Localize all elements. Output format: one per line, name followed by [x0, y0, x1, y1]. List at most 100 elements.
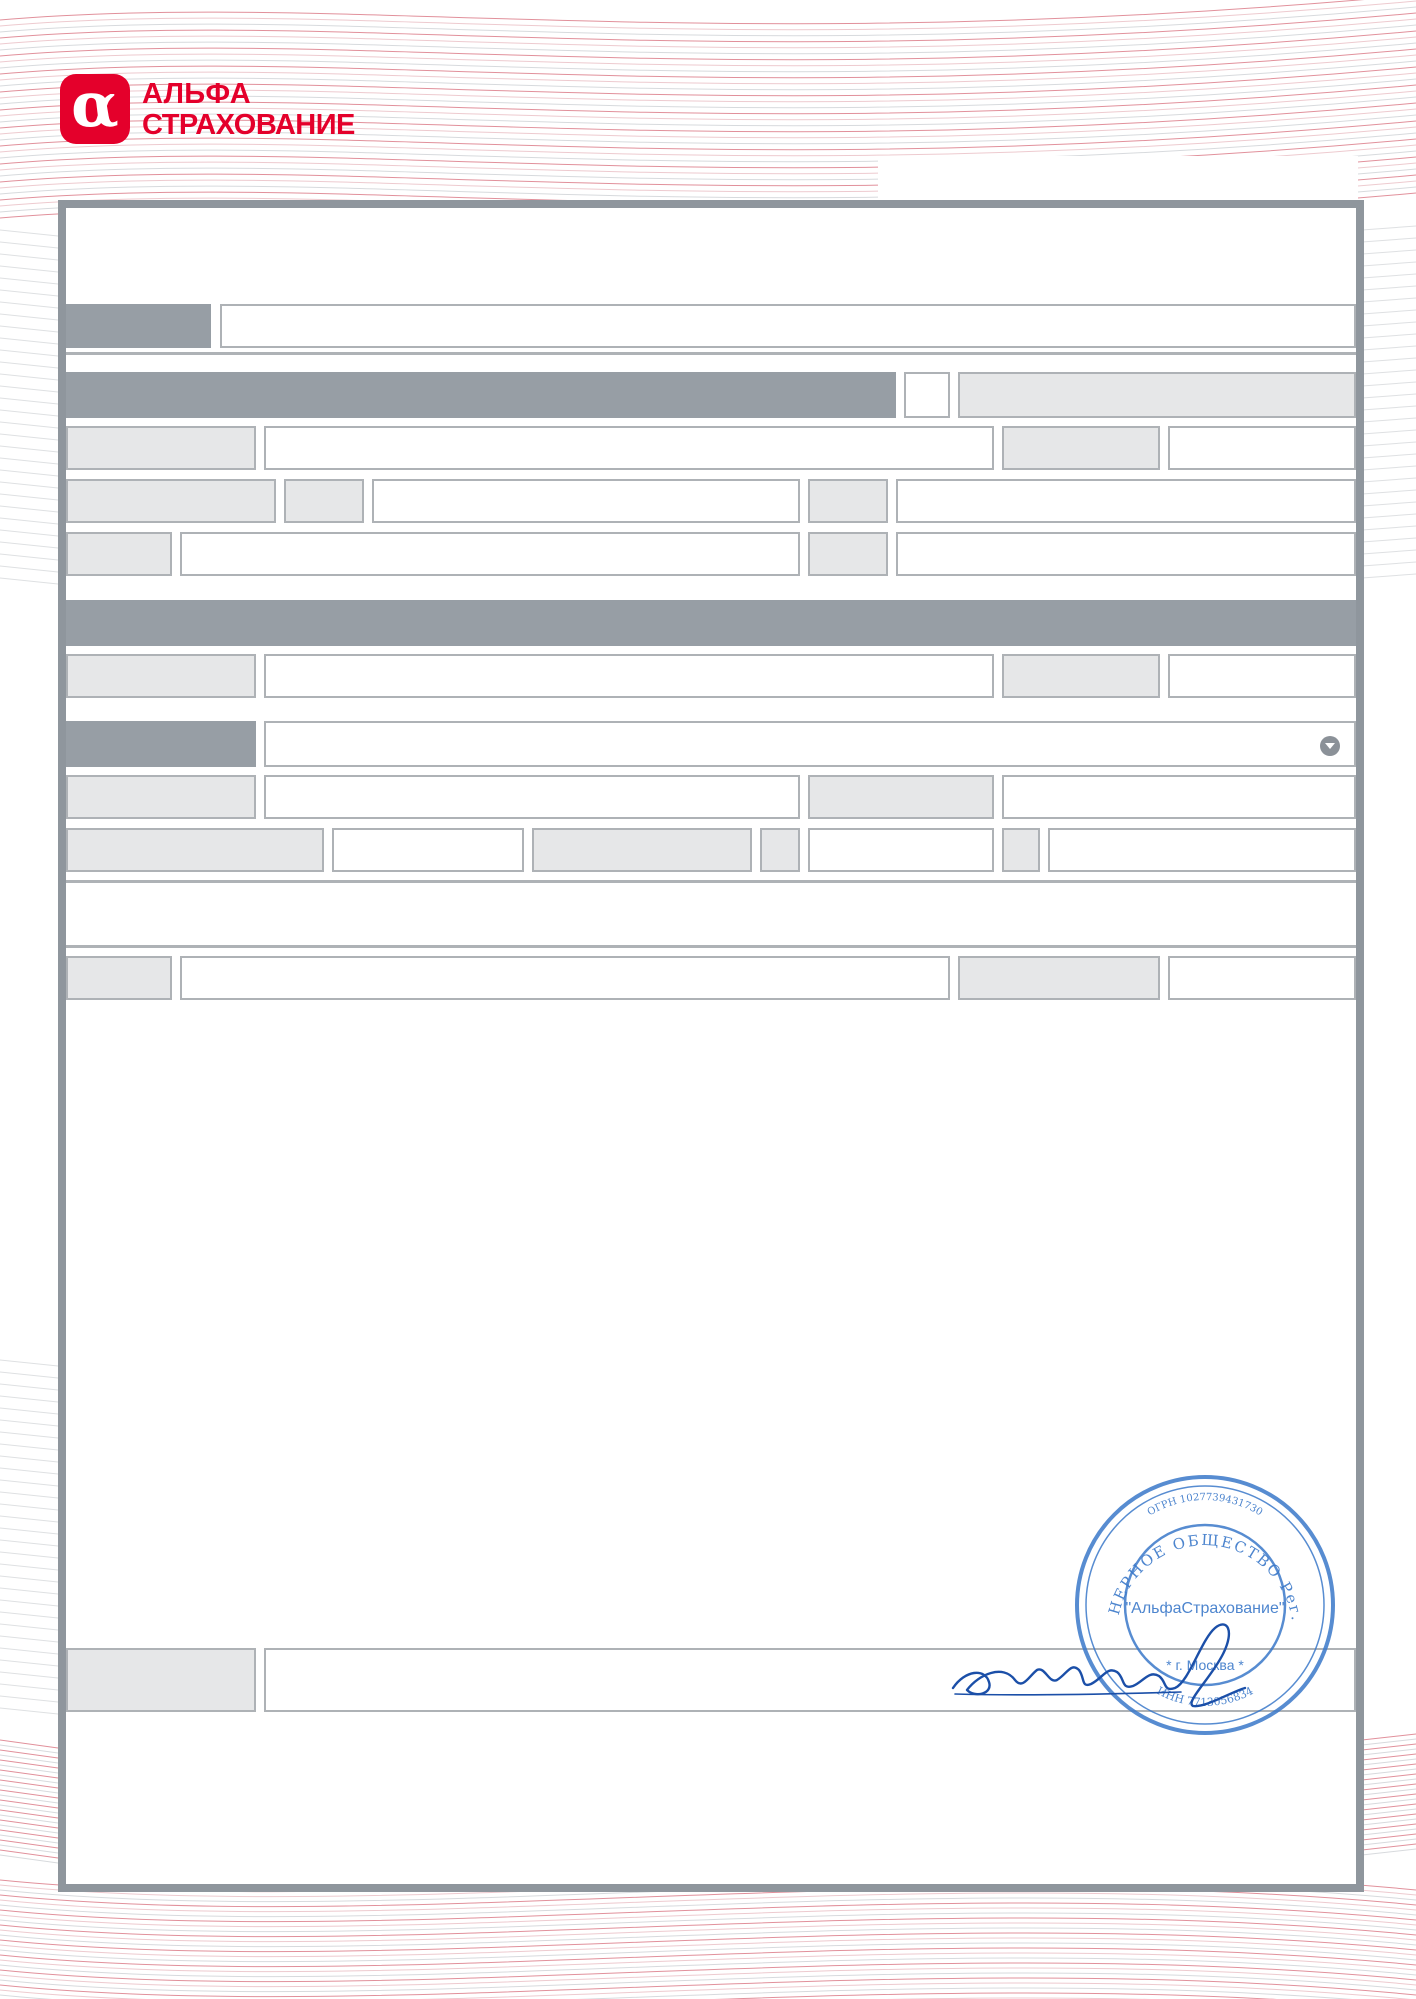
field-input-13[interactable]	[264, 775, 800, 819]
guilloche-line	[0, 1814, 59, 1824]
guilloche-line	[1361, 1808, 1416, 1816]
guilloche-line	[1361, 549, 1416, 555]
guilloche-line	[1361, 1763, 1416, 1771]
guilloche-line	[0, 1829, 59, 1839]
field-label-14	[808, 775, 994, 819]
guilloche-line	[0, 505, 59, 513]
field-input-3[interactable]	[264, 426, 994, 470]
field-input-11[interactable]	[1168, 654, 1356, 698]
guilloche-line	[0, 1383, 59, 1391]
guilloche-line	[0, 409, 59, 417]
guilloche-line	[1361, 573, 1416, 579]
field-input-19[interactable]	[180, 956, 950, 1000]
field-input-10[interactable]	[264, 654, 994, 698]
header-white-tab	[878, 156, 1358, 200]
guilloche-line	[1361, 1783, 1416, 1791]
field-input-7[interactable]	[896, 479, 1356, 523]
guilloche-line	[0, 1431, 59, 1439]
guilloche-line	[0, 1849, 59, 1859]
guilloche-line	[0, 1503, 59, 1511]
guilloche-line	[1361, 1838, 1416, 1846]
guilloche-line	[1361, 1828, 1416, 1836]
field-input-20[interactable]	[1168, 956, 1356, 1000]
field-input-14[interactable]	[1002, 775, 1356, 819]
field-input-4[interactable]	[1168, 426, 1356, 470]
guilloche-line	[1361, 273, 1416, 279]
guilloche-line	[1361, 1793, 1416, 1801]
guilloche-line	[0, 517, 59, 525]
guilloche-line	[0, 457, 59, 465]
guilloche-line	[0, 445, 59, 453]
field-label-18	[1002, 828, 1040, 872]
dropdown-select[interactable]	[264, 721, 1356, 767]
guilloche-line	[1361, 1753, 1416, 1761]
guilloche-line	[0, 1739, 59, 1749]
guilloche-line	[0, 1407, 59, 1415]
guilloche-line	[1361, 1818, 1416, 1826]
guilloche-line	[1361, 501, 1416, 507]
guilloche-line	[0, 1839, 59, 1849]
chevron-down-icon[interactable]	[1320, 736, 1340, 756]
guilloche-line	[0, 253, 59, 261]
field-input-9[interactable]	[896, 532, 1356, 576]
guilloche-line	[0, 229, 59, 237]
logo-text-line1: АЛЬФА	[142, 78, 251, 110]
guilloche-line	[0, 241, 59, 249]
field-input-1[interactable]	[220, 304, 1356, 348]
guilloche-line	[0, 1707, 59, 1715]
guilloche-line	[0, 361, 59, 369]
guilloche-line	[0, 1764, 59, 1774]
guilloche-line	[1361, 1848, 1416, 1856]
guilloche-line	[1361, 1768, 1416, 1776]
divider	[66, 880, 1356, 883]
guilloche-line	[0, 1539, 59, 1547]
field-label-12	[66, 721, 256, 767]
guilloche-line	[1361, 561, 1416, 567]
field-label-3	[66, 426, 256, 470]
guilloche-line	[0, 1587, 59, 1595]
checkbox[interactable]	[904, 372, 950, 418]
field-input-15[interactable]	[332, 828, 524, 872]
guilloche-line	[1361, 369, 1416, 375]
guilloche-line	[1361, 1733, 1416, 1741]
field-input-18[interactable]	[1048, 828, 1356, 872]
guilloche-line	[0, 1683, 59, 1691]
field-label-9	[808, 532, 888, 576]
guilloche-line	[1361, 237, 1416, 243]
field-label-1	[66, 304, 211, 348]
guilloche-line	[0, 1789, 59, 1799]
guilloche-line	[0, 1467, 59, 1475]
guilloche-line	[0, 481, 59, 489]
guilloche-line	[0, 421, 59, 429]
guilloche-line	[1361, 477, 1416, 483]
guilloche-line	[1361, 1743, 1416, 1751]
guilloche-line	[1361, 261, 1416, 267]
guilloche-line	[1361, 1813, 1416, 1821]
field-input-6[interactable]	[372, 479, 800, 523]
field-input-8[interactable]	[180, 532, 800, 576]
guilloche-line	[0, 469, 59, 477]
guilloche-line	[1361, 489, 1416, 495]
guilloche-line	[1361, 321, 1416, 327]
guilloche-line	[0, 1659, 59, 1667]
guilloche-line	[0, 325, 59, 333]
guilloche-line	[1361, 453, 1416, 459]
guilloche-line	[1361, 1843, 1416, 1851]
guilloche-line	[0, 301, 59, 309]
guilloche-line	[1361, 513, 1416, 519]
seal-top-text: ОГРН 1027739431730	[1146, 1492, 1265, 1518]
guilloche-line	[0, 433, 59, 441]
guilloche-line	[0, 1834, 59, 1844]
guilloche-line	[1361, 417, 1416, 423]
guilloche-line	[0, 1784, 59, 1794]
guilloche-line	[0, 1563, 59, 1571]
alfa-insurance-logo: α АЛЬФА СТРАХОВАНИЕ	[60, 74, 390, 146]
field-label-19	[66, 956, 172, 1000]
guilloche-line	[0, 1809, 59, 1819]
guilloche-line	[0, 1479, 59, 1487]
guilloche-line	[0, 1759, 59, 1769]
guilloche-line	[0, 385, 59, 393]
guilloche-line	[0, 1515, 59, 1523]
field-input-17[interactable]	[808, 828, 994, 872]
field-label-20	[958, 956, 1160, 1000]
